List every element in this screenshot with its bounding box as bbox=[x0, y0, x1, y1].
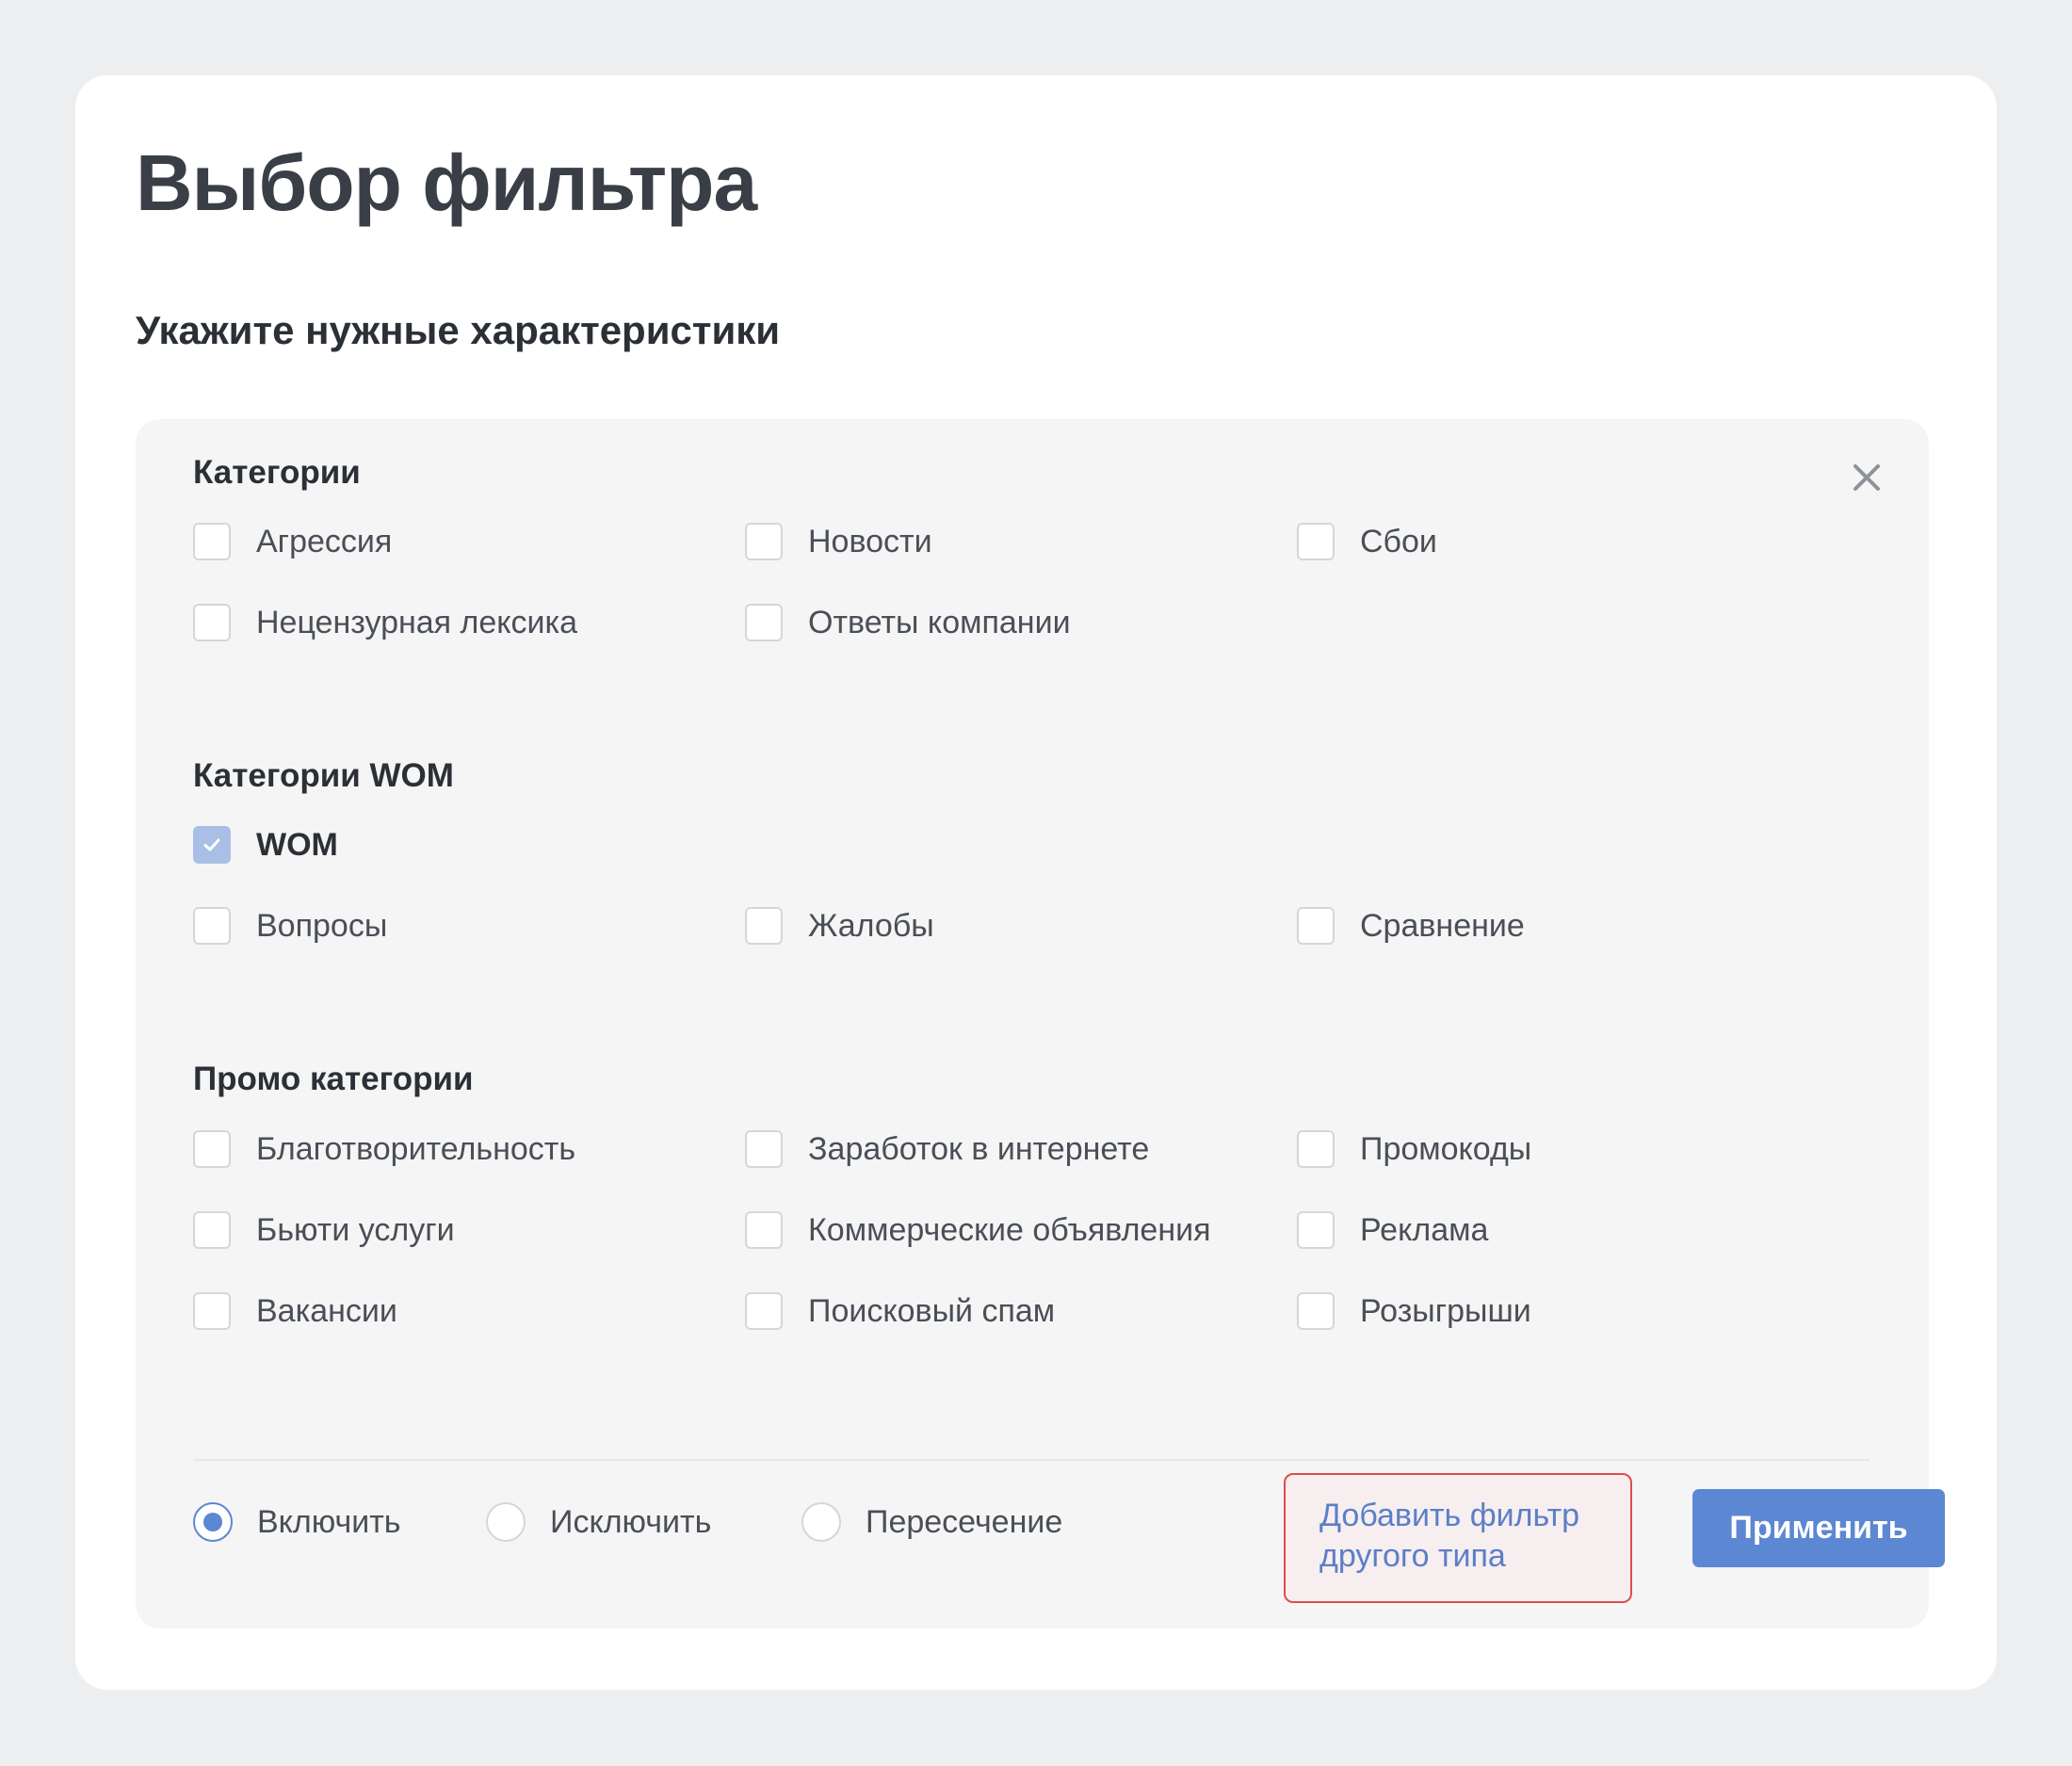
checkbox[interactable] bbox=[193, 1292, 231, 1330]
checkbox-label: WOM bbox=[256, 826, 338, 863]
divider bbox=[193, 1459, 1870, 1461]
checkbox-label: Бьюти услуги bbox=[256, 1211, 455, 1248]
checkbox-label: Сравнение bbox=[1360, 907, 1525, 944]
checkbox-option[interactable]: Бьюти услуги bbox=[193, 1211, 455, 1249]
dialog-subtitle: Укажите нужные характеристики bbox=[136, 308, 781, 352]
checkbox-option[interactable]: Новости bbox=[745, 523, 932, 560]
close-icon bbox=[1853, 464, 1880, 491]
filter-panel: Категории Агрессия Новости Сбои Нецензур… bbox=[136, 419, 1945, 1628]
checkbox-option[interactable]: Розыгрыши bbox=[1297, 1292, 1531, 1330]
checkbox[interactable] bbox=[745, 1211, 783, 1249]
radio-intersection[interactable]: Пересечение bbox=[801, 1502, 1062, 1542]
checkbox-option[interactable]: Вопросы bbox=[193, 907, 387, 945]
section-title-categories: Категории bbox=[193, 454, 361, 491]
checkbox[interactable] bbox=[193, 1130, 231, 1168]
radio-include[interactable]: Включить bbox=[193, 1502, 401, 1542]
checkbox-option[interactable]: Жалобы bbox=[745, 907, 934, 945]
radio-dot bbox=[203, 1513, 222, 1531]
radio-button-selected[interactable] bbox=[193, 1502, 233, 1542]
checkbox[interactable] bbox=[1297, 1211, 1335, 1249]
checkbox[interactable] bbox=[1297, 907, 1335, 945]
radio-label: Включить bbox=[257, 1503, 401, 1540]
checkbox-option[interactable]: Благотворительность bbox=[193, 1130, 575, 1168]
checkbox-option[interactable]: Нецензурная лексика bbox=[193, 604, 577, 641]
checkbox-label: Вакансии bbox=[256, 1292, 397, 1329]
radio-button[interactable] bbox=[801, 1502, 841, 1542]
checkbox-label: Промокоды bbox=[1360, 1130, 1532, 1167]
checkbox[interactable] bbox=[745, 523, 783, 560]
filter-dialog: Выбор фильтра Укажите нужные характерист… bbox=[75, 75, 1997, 1690]
checkbox-label: Вопросы bbox=[256, 907, 388, 944]
checkbox[interactable] bbox=[745, 907, 783, 945]
checkbox[interactable] bbox=[745, 604, 783, 641]
checkbox-option[interactable]: Реклама bbox=[1297, 1211, 1488, 1249]
page-title: Выбор фильтра bbox=[136, 138, 757, 227]
checkbox[interactable] bbox=[1297, 523, 1335, 560]
checkbox-checked[interactable] bbox=[193, 826, 231, 864]
checkbox-label: Розыгрыши bbox=[1360, 1292, 1531, 1329]
checkbox[interactable] bbox=[193, 907, 231, 945]
checkbox-option[interactable]: Агрессия bbox=[193, 523, 392, 560]
checkbox-option[interactable]: Сбои bbox=[1297, 523, 1437, 560]
checkbox[interactable] bbox=[745, 1292, 783, 1330]
checkbox-label: Поисковый спам bbox=[808, 1292, 1056, 1329]
checkbox[interactable] bbox=[193, 1211, 231, 1249]
add-filter-button[interactable]: Добавить фильтр другого типа bbox=[1284, 1473, 1632, 1603]
checkbox-option-wom[interactable]: WOM bbox=[193, 826, 338, 864]
checkbox-label: Благотворительность bbox=[256, 1130, 576, 1167]
checkbox-option[interactable]: Ответы компании bbox=[745, 604, 1071, 641]
checkbox-option[interactable]: Коммерческие объявления bbox=[745, 1211, 1211, 1249]
checkbox-label: Агрессия bbox=[256, 523, 393, 559]
checkbox-label: Сбои bbox=[1360, 523, 1437, 559]
checkbox[interactable] bbox=[1297, 1292, 1335, 1330]
close-button[interactable] bbox=[1848, 459, 1886, 496]
checkbox-label: Заработок в интернете bbox=[808, 1130, 1150, 1167]
checkbox-option[interactable]: Сравнение bbox=[1297, 907, 1525, 945]
checkbox-option[interactable]: Поисковый спам bbox=[745, 1292, 1055, 1330]
checkbox[interactable] bbox=[193, 604, 231, 641]
apply-button[interactable]: Применить bbox=[1692, 1489, 1945, 1567]
checkbox-label: Жалобы bbox=[808, 907, 934, 944]
checkbox-option[interactable]: Промокоды bbox=[1297, 1130, 1531, 1168]
add-filter-label-line2: другого типа bbox=[1319, 1538, 1506, 1574]
radio-exclude[interactable]: Исключить bbox=[486, 1502, 711, 1542]
section-title-wom: Категории WOM bbox=[193, 757, 454, 794]
radio-button[interactable] bbox=[486, 1502, 526, 1542]
radio-label: Исключить bbox=[550, 1503, 712, 1540]
checkbox[interactable] bbox=[193, 523, 231, 560]
checkbox[interactable] bbox=[745, 1130, 783, 1168]
check-icon bbox=[203, 838, 220, 851]
add-filter-label-line1: Добавить фильтр bbox=[1319, 1498, 1580, 1533]
checkbox-label: Ответы компании bbox=[808, 604, 1071, 640]
checkbox-label: Реклама bbox=[1360, 1211, 1489, 1248]
checkbox-option[interactable]: Заработок в интернете bbox=[745, 1130, 1149, 1168]
checkbox[interactable] bbox=[1297, 1130, 1335, 1168]
radio-label: Пересечение bbox=[866, 1503, 1063, 1540]
checkbox-label: Новости bbox=[808, 523, 932, 559]
checkbox-label: Коммерческие объявления bbox=[808, 1211, 1211, 1248]
checkbox-label: Нецензурная лексика bbox=[256, 604, 578, 640]
section-title-promo: Промо категории bbox=[193, 1061, 474, 1097]
checkbox-option[interactable]: Вакансии bbox=[193, 1292, 397, 1330]
